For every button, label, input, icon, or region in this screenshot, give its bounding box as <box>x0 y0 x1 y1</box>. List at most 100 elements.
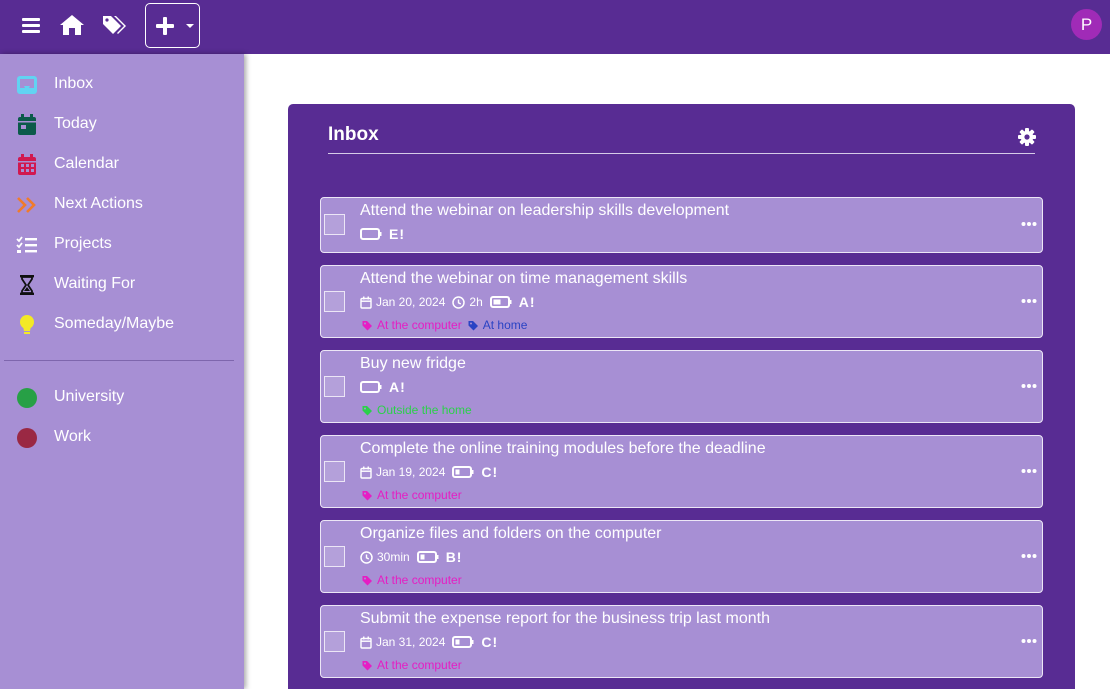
sidebar-divider <box>4 360 234 361</box>
task-item[interactable]: Buy new fridge A! Outside the home <box>320 350 1043 423</box>
more-options-icon[interactable] <box>1021 553 1037 559</box>
task-checkbox[interactable] <box>324 376 345 397</box>
task-meta: Jan 20, 2024 2h A! <box>360 294 536 310</box>
sidebar-item-project-university[interactable]: University <box>0 377 244 417</box>
task-date-text: Jan 20, 2024 <box>376 295 446 309</box>
task-checkbox[interactable] <box>324 461 345 482</box>
battery-icon <box>452 466 474 478</box>
task-tag[interactable]: Outside the home <box>362 403 472 417</box>
task-meta: 30min B! <box>360 549 462 565</box>
sidebar-item-label: Someday/Maybe <box>54 315 175 332</box>
battery-icon <box>360 228 382 240</box>
task-date-text: Jan 31, 2024 <box>376 635 446 649</box>
task-meta: A! <box>360 379 406 395</box>
task-meta: E! <box>360 226 405 242</box>
tags-icon[interactable] <box>102 12 128 38</box>
task-priority: A! <box>389 379 406 395</box>
sidebar-item-label: Projects <box>54 235 112 252</box>
task-tag-label: At the computer <box>377 573 462 587</box>
plus-icon <box>156 17 174 35</box>
task-title[interactable]: Organize files and folders on the comput… <box>360 525 662 543</box>
task-title[interactable]: Attend the webinar on leadership skills … <box>360 202 729 220</box>
checklist-icon <box>16 234 38 256</box>
more-options-icon[interactable] <box>1021 221 1037 227</box>
sidebar-item-inbox[interactable]: Inbox <box>0 64 244 104</box>
more-options-icon[interactable] <box>1021 383 1037 389</box>
top-bar: P <box>0 0 1110 54</box>
sidebar-item-today[interactable]: Today <box>0 104 244 144</box>
caret-down-icon <box>186 24 194 28</box>
task-checkbox[interactable] <box>324 291 345 312</box>
task-priority: C! <box>481 464 499 480</box>
task-priority: A! <box>518 294 536 310</box>
sidebar-item-someday-maybe[interactable]: Someday/Maybe <box>0 304 244 344</box>
task-tag[interactable]: At the computer <box>362 318 462 332</box>
sidebar-item-next-actions[interactable]: Next Actions <box>0 184 244 224</box>
tag-icon <box>468 320 478 330</box>
calendar-today-icon <box>16 114 38 136</box>
task-duration: 2h <box>452 295 483 309</box>
add-button[interactable] <box>145 3 200 48</box>
task-tag[interactable]: At home <box>468 318 527 332</box>
task-item[interactable]: Submit the expense report for the busine… <box>320 605 1043 678</box>
task-tag[interactable]: At the computer <box>362 658 462 672</box>
task-checkbox[interactable] <box>324 214 345 235</box>
task-due-date: Jan 31, 2024 <box>360 635 445 649</box>
task-meta: Jan 19, 2024 C! <box>360 464 498 480</box>
task-title[interactable]: Submit the expense report for the busine… <box>360 610 770 628</box>
task-item[interactable]: Complete the online training modules bef… <box>320 435 1043 508</box>
page-title: Inbox <box>328 124 379 145</box>
sidebar-item-projects[interactable]: Projects <box>0 224 244 264</box>
clock-icon <box>360 550 373 564</box>
double-chevron-right-icon <box>16 194 38 216</box>
gear-icon[interactable] <box>1018 128 1036 146</box>
menu-icon[interactable] <box>18 12 44 38</box>
battery-icon <box>360 381 382 393</box>
home-icon[interactable] <box>59 12 85 38</box>
task-item[interactable]: Attend the webinar on leadership skills … <box>320 197 1043 253</box>
task-tag-label: Outside the home <box>377 403 472 417</box>
task-energy <box>360 228 382 240</box>
calendar-icon <box>360 466 372 479</box>
task-due-date: Jan 19, 2024 <box>360 465 445 479</box>
task-item[interactable]: Attend the webinar on time management sk… <box>320 265 1043 338</box>
lightbulb-icon <box>16 314 38 336</box>
task-tag-label: At the computer <box>377 658 462 672</box>
task-date-text: Jan 19, 2024 <box>376 465 446 479</box>
tag-icon <box>362 405 372 415</box>
battery-icon <box>452 636 474 648</box>
calendar-grid-icon <box>16 154 38 176</box>
task-title[interactable]: Attend the webinar on time management sk… <box>360 270 687 288</box>
sidebar-item-label: Next Actions <box>54 195 143 212</box>
task-energy <box>360 381 382 393</box>
title-divider <box>328 153 1035 154</box>
task-meta: Jan 31, 2024 C! <box>360 634 498 650</box>
more-options-icon[interactable] <box>1021 468 1037 474</box>
task-tags: At the computer At home <box>362 318 527 332</box>
hourglass-icon <box>16 274 38 296</box>
project-dot-icon <box>16 427 38 449</box>
task-tags: At the computer <box>362 658 462 672</box>
user-avatar[interactable]: P <box>1071 9 1102 40</box>
task-checkbox[interactable] <box>324 631 345 652</box>
task-title[interactable]: Complete the online training modules bef… <box>360 440 766 458</box>
sidebar-item-label: Today <box>54 115 97 132</box>
task-duration-text: 30min <box>377 550 410 564</box>
sidebar-item-project-work[interactable]: Work <box>0 417 244 457</box>
task-checkbox[interactable] <box>324 546 345 567</box>
task-energy <box>452 636 474 648</box>
sidebar-item-label: Waiting For <box>54 275 136 292</box>
task-tag[interactable]: At the computer <box>362 573 462 587</box>
more-options-icon[interactable] <box>1021 638 1037 644</box>
sidebar-item-waiting-for[interactable]: Waiting For <box>0 264 244 304</box>
clock-icon <box>452 295 466 309</box>
sidebar-item-label: Work <box>54 428 92 445</box>
task-energy <box>452 466 474 478</box>
more-options-icon[interactable] <box>1021 298 1037 304</box>
task-priority: B! <box>445 549 463 565</box>
task-tag[interactable]: At the computer <box>362 488 462 502</box>
task-title[interactable]: Buy new fridge <box>360 355 466 373</box>
task-item[interactable]: Organize files and folders on the comput… <box>320 520 1043 593</box>
sidebar-item-calendar[interactable]: Calendar <box>0 144 244 184</box>
battery-icon <box>416 551 439 563</box>
